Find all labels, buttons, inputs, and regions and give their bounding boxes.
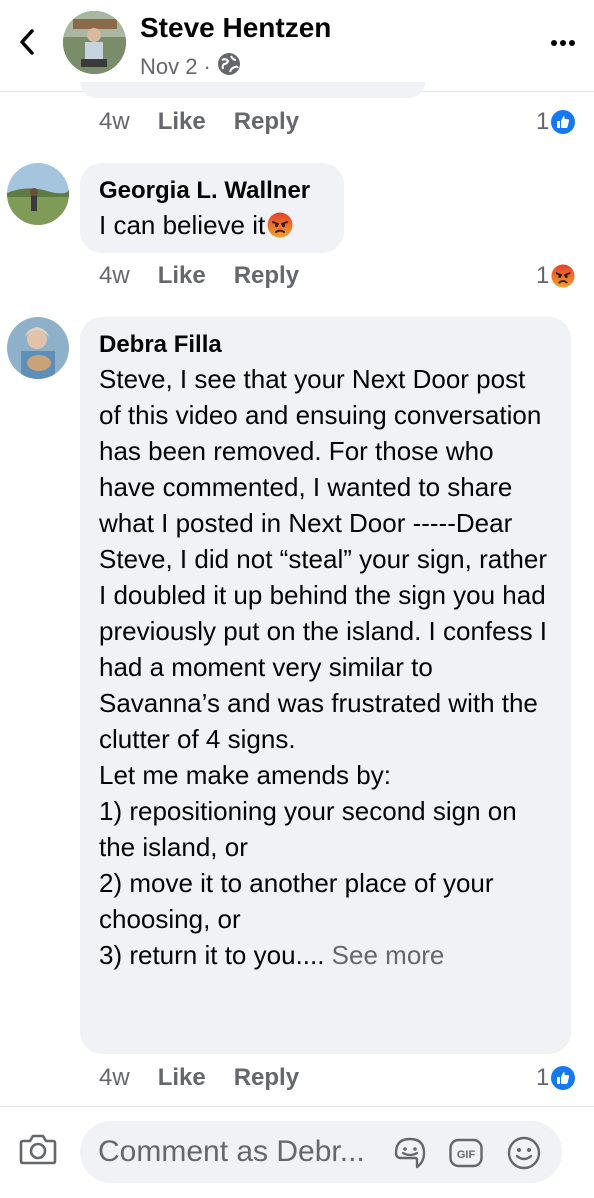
comment-input[interactable]: Comment as Debr... GIF xyxy=(80,1121,562,1183)
comment-actions: 4w Like Reply xyxy=(99,108,299,136)
svg-text:GIF: GIF xyxy=(457,1149,476,1161)
reply-button[interactable]: Reply xyxy=(234,108,299,136)
meta-separator: · xyxy=(203,54,211,79)
comment-actions: 4w Like Reply xyxy=(99,1064,299,1092)
comment-time: 4w xyxy=(99,262,130,289)
reply-button[interactable]: Reply xyxy=(234,262,299,290)
like-button[interactable]: Like xyxy=(158,1064,206,1092)
author-avatar[interactable] xyxy=(63,11,126,74)
more-options-icon[interactable] xyxy=(548,28,578,58)
comment-time: 4w xyxy=(99,1064,130,1091)
comment-actions: 4w Like Reply xyxy=(99,262,299,290)
back-icon[interactable] xyxy=(12,24,42,60)
comment-bubble[interactable]: Debra Filla Steve, I see that your Next … xyxy=(80,317,571,1054)
post-header: Steve Hentzen Nov 2 · xyxy=(0,0,594,92)
reaction-count-number: 1 xyxy=(536,108,550,135)
comment-author[interactable]: Georgia L. Wallner xyxy=(99,175,324,207)
comment-text-content: Steve, I see that your Next Door post of… xyxy=(99,364,548,970)
angry-icon xyxy=(551,264,575,288)
commenter-avatar[interactable] xyxy=(7,317,69,379)
post-meta: Nov 2 · xyxy=(140,52,241,82)
angry-emoji-icon xyxy=(267,211,293,247)
comment-author[interactable]: Debra Filla xyxy=(99,329,551,361)
comment-text: I can believe it xyxy=(99,207,324,247)
like-button[interactable]: Like xyxy=(158,108,206,136)
reaction-count[interactable]: 1 xyxy=(536,262,575,290)
emoji-icon[interactable] xyxy=(506,1135,542,1171)
reply-button[interactable]: Reply xyxy=(234,1064,299,1092)
commenter-avatar[interactable] xyxy=(7,163,69,225)
previous-comment-bubble xyxy=(80,82,425,98)
camera-icon[interactable] xyxy=(18,1129,58,1169)
sticker-icon[interactable] xyxy=(392,1135,428,1171)
comment-text-content: I can believe it xyxy=(99,210,266,240)
post-author-name[interactable]: Steve Hentzen xyxy=(140,12,331,44)
reaction-count[interactable]: 1 xyxy=(536,1064,576,1092)
gif-icon[interactable]: GIF xyxy=(448,1135,484,1171)
like-icon xyxy=(551,1066,576,1090)
like-icon xyxy=(551,110,576,134)
comment-time: 4w xyxy=(99,108,130,135)
comment-composer: Comment as Debr... GIF xyxy=(0,1106,594,1198)
comment-text: Steve, I see that your Next Door post of… xyxy=(99,361,551,973)
like-button[interactable]: Like xyxy=(158,262,206,290)
comment-input-placeholder: Comment as Debr... xyxy=(98,1135,365,1168)
globe-icon xyxy=(217,52,241,82)
comment-bubble[interactable]: Georgia L. Wallner I can believe it xyxy=(80,163,344,253)
reaction-count[interactable]: 1 xyxy=(536,108,576,136)
reaction-count-number: 1 xyxy=(536,1064,550,1091)
post-date[interactable]: Nov 2 xyxy=(140,54,197,80)
see-more-link[interactable]: See more xyxy=(332,940,445,970)
reaction-count-number: 1 xyxy=(536,262,550,289)
